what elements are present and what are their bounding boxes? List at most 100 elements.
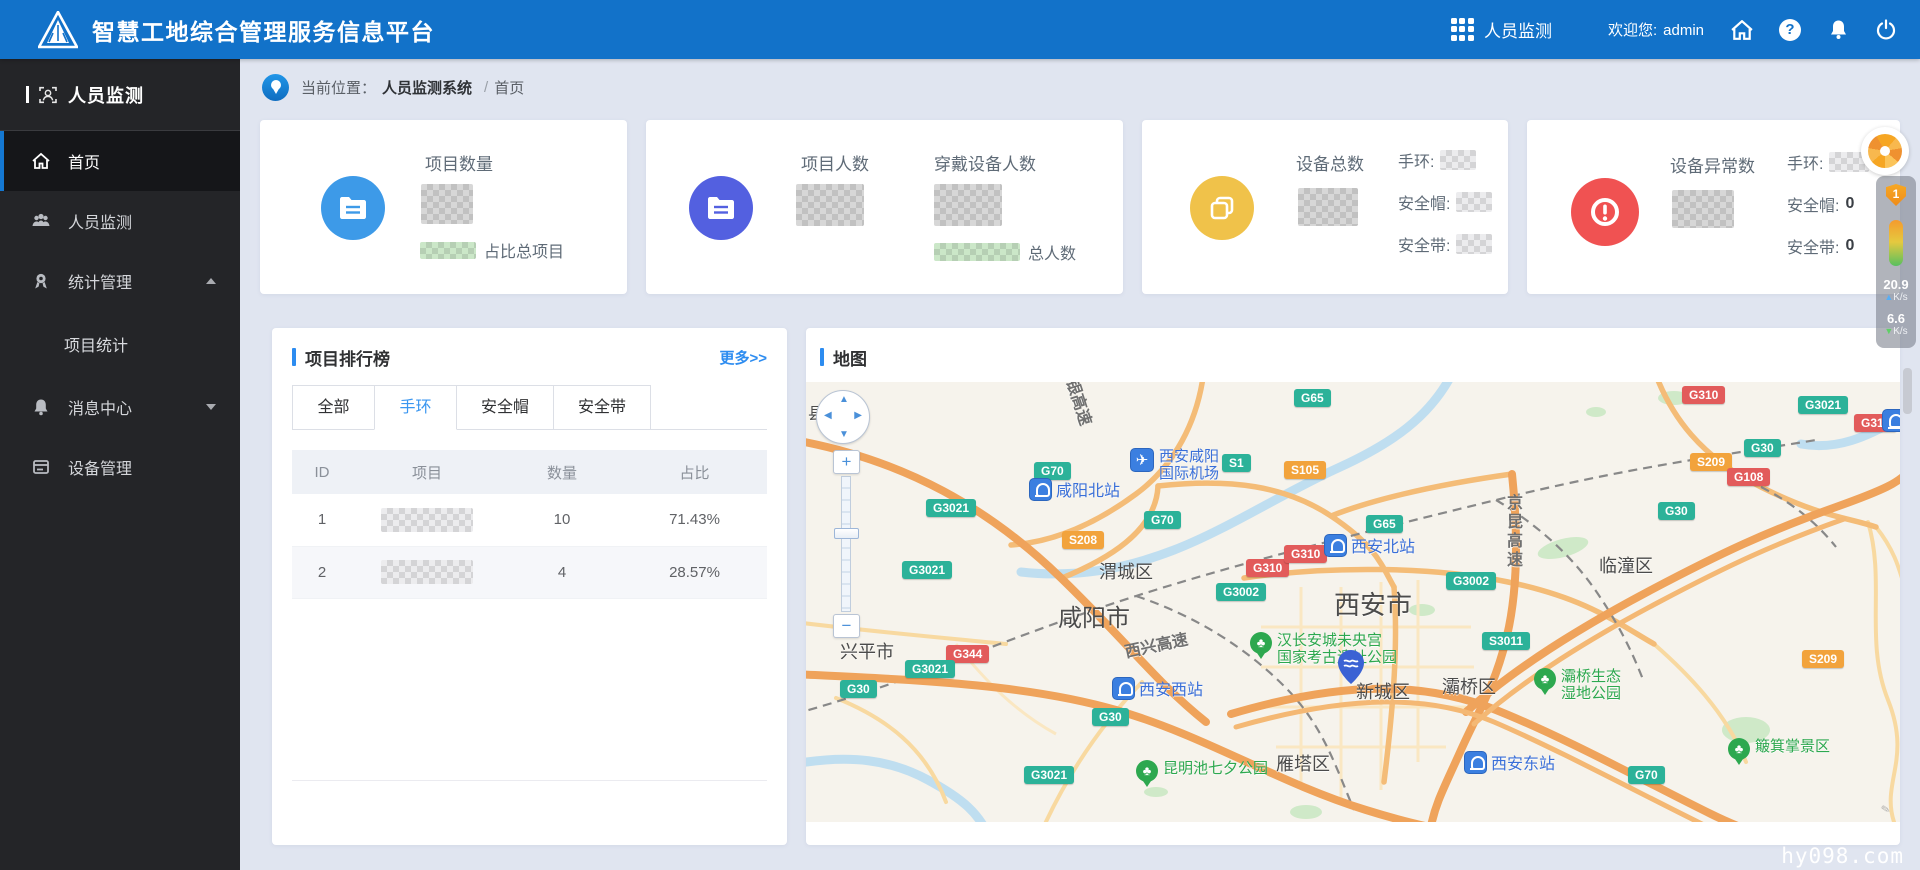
sidebar-item-person-monitor[interactable]: 人员监测: [0, 191, 240, 251]
help-button[interactable]: ?: [1778, 18, 1802, 42]
table-row: 1 10 71.43%: [292, 494, 767, 547]
stat-cards-row: 项目数量 占比总项目 项目人数 穿戴设备人数 总人数 设备总数 手环: 安全帽:…: [260, 120, 1900, 294]
net-widget-logo[interactable]: [1861, 127, 1909, 175]
map-panel: 地图 ▲ ▼ ◀ ▶ + − ✎ G70 G3021 G3021 S208 G7…: [806, 328, 1900, 845]
train-station-icon: [1324, 533, 1347, 557]
road-badge-G30: G30: [1092, 708, 1129, 726]
upload-speed-unit: ▲K/s: [1884, 292, 1908, 303]
power-icon: [1876, 18, 1896, 40]
zoom-slider-track[interactable]: [841, 476, 851, 612]
pan-down-arrow[interactable]: ▼: [839, 429, 849, 440]
road-badge-S1: S1: [1222, 454, 1251, 472]
redacted-value: [1456, 192, 1493, 212]
module-switch-label: 人员监测: [1483, 22, 1552, 41]
power-button[interactable]: [1874, 18, 1898, 42]
sidebar-item-device-management[interactable]: 设备管理: [0, 437, 240, 497]
app-logo-icon: [38, 10, 78, 48]
pan-up-arrow[interactable]: ▲: [839, 394, 849, 405]
map-location-pin[interactable]: [1338, 650, 1364, 684]
map-label-临潼区: 临潼区: [1599, 556, 1653, 576]
sidebar-item-statistics[interactable]: 统计管理: [0, 251, 240, 311]
sidebar-item-label: 设备管理: [68, 461, 133, 478]
device-row: 手环:: [1398, 148, 1477, 172]
highway-label-京昆高速: 京昆高速: [1504, 494, 1521, 570]
sidebar-item-label: 统计管理: [68, 275, 133, 292]
road-badge-G3002: G3002: [1216, 583, 1267, 601]
map-label-渭城区: 渭城区: [1099, 562, 1153, 582]
stat-card-title: 项目数量: [425, 155, 493, 174]
breadcrumb: 当前位置： 人员监测系统 / 首页: [240, 59, 1920, 115]
device-row: 手环:: [1787, 150, 1870, 174]
redacted-value: [934, 184, 1002, 226]
folder-icon: [689, 176, 753, 240]
pan-right-arrow[interactable]: ▶: [854, 410, 862, 421]
road-badge-G310: G310: [1284, 545, 1328, 563]
tab-all[interactable]: 全部: [292, 385, 375, 430]
upload-speed-value: 20.9: [1883, 277, 1909, 292]
road-badge-G65: G65: [1366, 515, 1403, 533]
redacted-project-name: [381, 560, 473, 584]
main-content: 当前位置： 人员监测系统 / 首页 项目数量 占比总项目 项目人数 穿戴设备人数: [240, 59, 1920, 870]
tab-safety-belt[interactable]: 安全带: [553, 385, 652, 430]
tab-wristband[interactable]: 手环: [374, 385, 457, 430]
device-row: 安全带: 0: [1787, 237, 1855, 257]
alert-icon: [1571, 178, 1639, 246]
welcome-text: 欢迎您: admin: [1607, 22, 1704, 39]
column-header-count: 数量: [502, 450, 622, 494]
station-西安东站: 西安东站: [1464, 750, 1555, 774]
zoom-in-button[interactable]: +: [833, 450, 860, 474]
device-row: 安全帽: 0: [1787, 195, 1855, 215]
speed-gradient-bar: [1889, 220, 1903, 266]
folder-icon: [321, 176, 385, 240]
column-header-project: 项目: [352, 450, 502, 494]
more-link[interactable]: 更多>>: [719, 347, 767, 368]
station-西安西站: 西安西站: [1112, 676, 1203, 700]
sidebar-item-home[interactable]: 首页: [0, 131, 240, 191]
breadcrumb-prefix: 当前位置：: [301, 79, 377, 97]
stat-card-sublabel: 占比总项目: [484, 244, 565, 261]
park-tree-icon: ♣: [1250, 632, 1272, 659]
sidebar-item-label: 消息中心: [68, 401, 133, 418]
column-header-ratio: 占比: [622, 450, 767, 494]
breadcrumb-system[interactable]: 人员监测系统: [382, 77, 472, 98]
stat-card-sublabel: 总人数: [1028, 246, 1077, 263]
device-value: 0: [1845, 195, 1855, 212]
sidebar-subitem-label: 项目统计: [64, 338, 129, 355]
top-header-bar: 智慧工地综合管理服务信息平台 人员监测 欢迎您: admin ?: [0, 0, 1920, 59]
breadcrumb-separator: /: [484, 78, 489, 96]
station-西安北站: 西安北站: [1324, 533, 1415, 557]
map-label-雁塔区: 雁塔区: [1276, 754, 1330, 774]
zoom-slider-thumb[interactable]: [834, 528, 859, 539]
tab-helmet[interactable]: 安全帽: [456, 385, 555, 430]
column-header-id: ID: [292, 450, 352, 494]
map-label-西安市: 西安市: [1334, 590, 1413, 620]
home-icon: [1731, 19, 1753, 40]
sidebar-subitem-project-stats[interactable]: 项目统计: [0, 311, 240, 377]
sidebar-item-message-center[interactable]: 消息中心: [0, 377, 240, 437]
grid-menu-icon: [1450, 17, 1475, 42]
shield-icon: 1: [1886, 184, 1906, 206]
pan-left-arrow[interactable]: ◀: [824, 410, 832, 421]
road-badge-G3021: G3021: [926, 499, 977, 517]
zoom-out-button[interactable]: −: [833, 614, 860, 638]
net-speed-widget[interactable]: 1 20.9 ▲K/s 6.6 ▼K/s: [1876, 176, 1916, 348]
train-station-icon: [1029, 477, 1052, 501]
download-speed-value: 6.6: [1886, 311, 1906, 326]
scrollbar-thumb[interactable]: [1903, 368, 1912, 414]
park-簸箕掌景区: ♣ 簸箕掌景区: [1728, 738, 1830, 765]
sidebar-item-label: 人员监测: [68, 215, 133, 232]
road-badge-G30: G30: [1744, 439, 1781, 457]
home-button[interactable]: [1730, 18, 1754, 42]
notifications-button[interactable]: [1826, 18, 1850, 42]
map-panel-header: 地图: [806, 342, 1900, 372]
sidebar: 人员监测 首页 人员监测 统计管理 项目统计 消息中心 设备管理: [0, 59, 240, 870]
flower-logo-icon: [1868, 134, 1902, 168]
module-switcher[interactable]: 人员监测: [1450, 17, 1552, 42]
person-scan-icon: [39, 86, 57, 103]
table-row: 2 4 28.57%: [292, 546, 767, 599]
station-icon: [1882, 409, 1900, 432]
stat-card-device-abnormal: 设备异常数 手环: 安全帽: 0 安全带: 0: [1527, 120, 1900, 294]
map-pan-control[interactable]: ▲ ▼ ◀ ▶: [816, 390, 870, 444]
map-canvas[interactable]: ▲ ▼ ◀ ▶ + − ✎ G70 G3021 G3021 S208 G70 G310 G3…: [806, 382, 1900, 822]
location-pin-icon: [262, 73, 289, 101]
